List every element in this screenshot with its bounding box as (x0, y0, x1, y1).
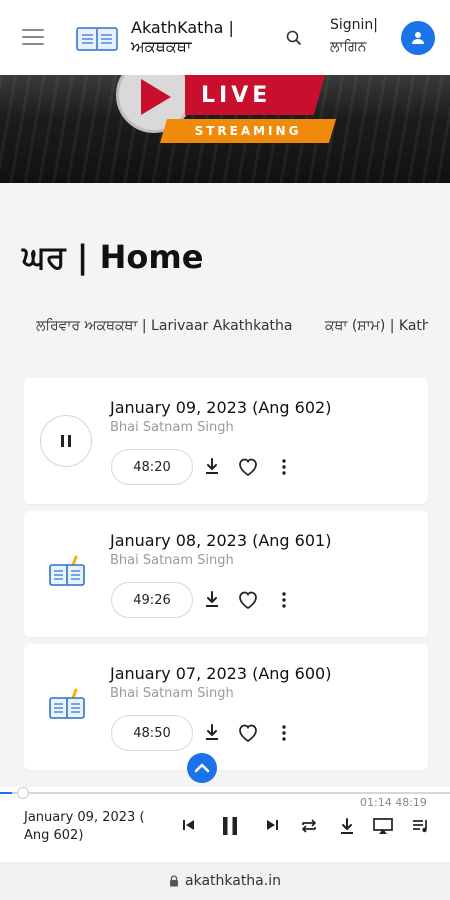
live-label: LIVE (201, 82, 272, 108)
playlist-icon[interactable] (412, 818, 430, 834)
more-options-icon[interactable] (280, 457, 288, 477)
track-author: Bhai Satnam Singh (110, 420, 234, 435)
chevron-up-icon (194, 763, 210, 773)
live-label-box: LIVE (185, 75, 325, 115)
download-icon[interactable] (204, 457, 220, 475)
streaming-label: STREAMING (194, 124, 302, 138)
cast-icon[interactable] (373, 818, 393, 835)
progress-track[interactable] (0, 792, 450, 794)
menu-icon[interactable] (22, 29, 44, 45)
track-author: Bhai Satnam Singh (110, 686, 234, 701)
page-title: ਘਰ | Home (22, 238, 204, 276)
brand-title[interactable]: AkathKatha | ਅਕਥਕਥਾ (131, 18, 234, 56)
now-playing-title[interactable]: January 09, 2023 ( Ang 602) (24, 809, 164, 845)
progress-fill (0, 792, 12, 794)
heart-icon[interactable] (237, 457, 259, 477)
progress-handle[interactable] (17, 787, 29, 799)
track-title[interactable]: January 07, 2023 (Ang 600) (110, 664, 331, 683)
user-icon (412, 32, 424, 44)
repeat-icon[interactable] (300, 818, 318, 834)
book-icon[interactable] (48, 688, 86, 722)
brand-line-english: AkathKatha | (131, 18, 234, 37)
play-icon (141, 79, 171, 115)
category-tab-larivaar[interactable]: ਲਰਿਵਾਰ ਅਕਥਕਥਾ | Larivaar Akathkatha (36, 318, 293, 334)
track-card[interactable]: January 07, 2023 (Ang 600) Bhai Satnam S… (24, 644, 428, 770)
more-options-icon[interactable] (280, 590, 288, 610)
track-card[interactable]: January 09, 2023 (Ang 602) Bhai Satnam S… (24, 378, 428, 504)
pause-button[interactable] (40, 415, 92, 467)
next-track-icon[interactable] (265, 818, 279, 832)
total-time: 48:19 (395, 796, 427, 809)
audio-player: 01:14 48:19 January 09, 2023 ( Ang 602) (0, 787, 450, 862)
track-author: Bhai Satnam Singh (110, 553, 234, 568)
download-icon[interactable] (339, 818, 355, 835)
streaming-label-box: STREAMING (160, 119, 336, 143)
download-icon[interactable] (204, 590, 220, 608)
pause-icon[interactable] (220, 816, 240, 836)
search-icon[interactable] (284, 28, 304, 48)
book-icon[interactable] (48, 555, 86, 589)
elapsed-time: 01:14 (360, 796, 392, 809)
track-title[interactable]: January 08, 2023 (Ang 601) (110, 531, 331, 550)
scroll-to-top-button[interactable] (187, 753, 217, 783)
app-header: AkathKatha | ਅਕਥਕਥਾ Signin| ਲਾਗਿਨ (0, 0, 450, 75)
previous-track-icon[interactable] (182, 818, 196, 832)
lock-icon (170, 875, 178, 887)
category-tabs[interactable]: ਲਰਿਵਾਰ ਅਕਥਕਥਾ | Larivaar Akathkatha ਕਥਾ … (36, 318, 428, 342)
browser-url-bar[interactable]: akathkatha.in (0, 862, 450, 900)
track-duration: 48:50 (111, 715, 193, 751)
brand-line-gurmukhi: ਅਕਥਕਥਾ (131, 37, 192, 56)
user-avatar-button[interactable] (401, 21, 435, 55)
track-duration: 49:26 (111, 582, 193, 618)
more-options-icon[interactable] (280, 723, 288, 743)
pause-icon (61, 435, 71, 447)
track-title[interactable]: January 09, 2023 (Ang 602) (110, 398, 331, 417)
signin-line-gurmukhi: ਲਾਗਿਨ (330, 39, 367, 55)
heart-icon[interactable] (237, 590, 259, 610)
category-tab-katha-evening[interactable]: ਕਥਾ (ਸ਼ਾਮ) | Kath (325, 318, 428, 334)
live-stream-banner[interactable]: LIVE STREAMING (0, 75, 450, 183)
logo-icon[interactable] (76, 24, 118, 52)
track-card[interactable]: January 08, 2023 (Ang 601) Bhai Satnam S… (24, 511, 428, 637)
heart-icon[interactable] (237, 723, 259, 743)
time-readout: 01:14 48:19 (360, 796, 427, 809)
track-duration: 48:20 (111, 449, 193, 485)
download-icon[interactable] (204, 723, 220, 741)
url-text: akathkatha.in (185, 873, 281, 889)
signin-line-english: Signin| (330, 17, 379, 33)
signin-link[interactable]: Signin| ਲਾਗਿਨ (330, 14, 378, 58)
